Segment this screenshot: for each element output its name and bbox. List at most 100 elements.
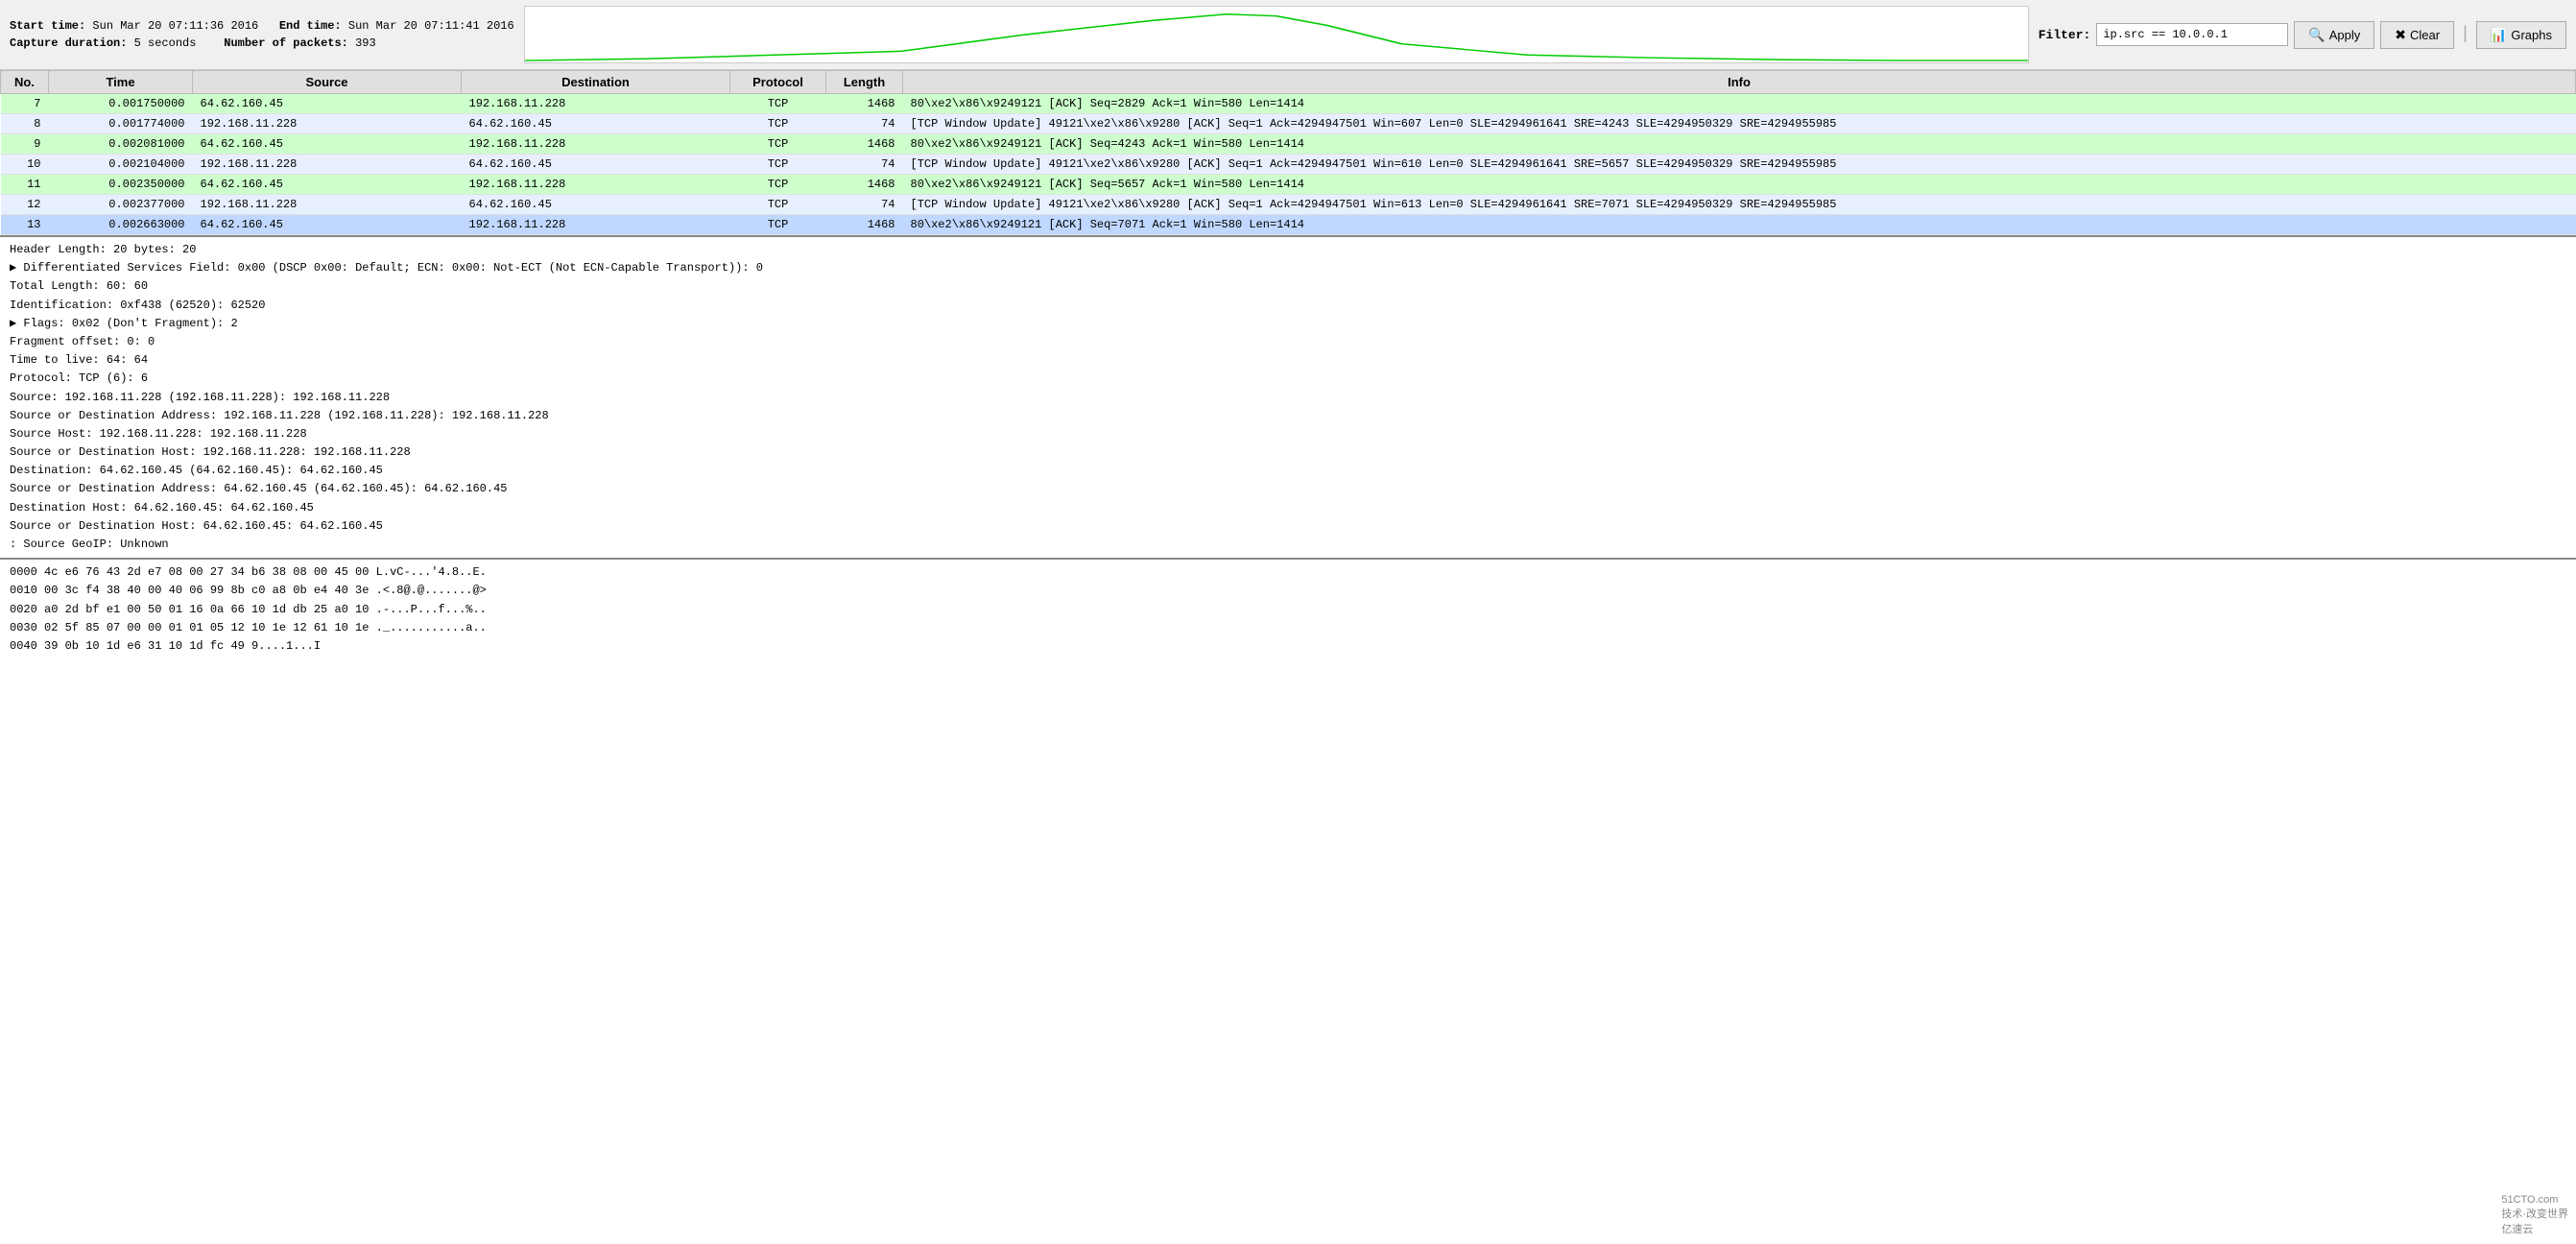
table-cell: 0.002104000 [49,155,193,175]
table-cell: 11 [1,175,49,195]
table-row[interactable]: 110.00235000064.62.160.45192.168.11.228T… [1,175,2576,195]
detail-pane: Header Length: 20 bytes: 20▶ Differentia… [0,235,2576,558]
table-cell: TCP [730,155,826,175]
table-cell: 1468 [826,215,903,235]
detail-line: Source Host: 192.168.11.228: 192.168.11.… [10,425,2566,443]
clear-button[interactable]: ✖ Clear [2380,21,2454,49]
table-cell: 0.002350000 [49,175,193,195]
detail-line: Destination: 64.62.160.45 (64.62.160.45)… [10,462,2566,480]
packets-value: 393 [355,36,376,50]
col-header-source[interactable]: Source [193,71,462,94]
table-cell: TCP [730,94,826,114]
header-bar: Start time: Sun Mar 20 07:11:36 2016 End… [0,0,2576,70]
watermark-line2: 技术·改变世界 [2501,1206,2568,1221]
apply-label: Apply [2329,28,2361,42]
hex-pane: 0000 4c e6 76 43 2d e7 08 00 27 34 b6 38… [0,558,2576,659]
start-value: Sun Mar 20 07:11:36 2016 [92,19,258,33]
table-cell: 64.62.160.45 [193,175,462,195]
detail-line: ▶ Flags: 0x02 (Don't Fragment): 2 [10,315,2566,333]
table-cell: 192.168.11.228 [462,94,730,114]
table-cell: TCP [730,134,826,155]
divider: | [2460,25,2470,44]
end-value: Sun Mar 20 07:11:41 2016 [348,19,514,33]
table-cell: 64.62.160.45 [462,155,730,175]
table-cell: 192.168.11.228 [193,155,462,175]
hex-line: 0010 00 3c f4 38 40 00 40 06 99 8b c0 a8… [10,582,2566,600]
col-header-proto[interactable]: Protocol [730,71,826,94]
detail-line: : Source GeoIP: Unknown [10,536,2566,554]
table-cell: [TCP Window Update] 49121\xe2\x86\x9280 … [903,195,2576,215]
filter-label: Filter: [2039,28,2091,42]
col-header-info[interactable]: Info [903,71,2576,94]
detail-line: ▶ Differentiated Services Field: 0x00 (D… [10,259,2566,277]
capture-duration-label: Capture duration: [10,36,127,50]
table-cell: 192.168.11.228 [462,215,730,235]
col-header-no[interactable]: No. [1,71,49,94]
table-cell: 12 [1,195,49,215]
detail-line: Total Length: 60: 60 [10,277,2566,296]
table-cell: 64.62.160.45 [462,114,730,134]
detail-line: Identification: 0xf438 (62520): 62520 [10,297,2566,315]
table-cell: 74 [826,155,903,175]
table-cell: 1468 [826,175,903,195]
packet-table: No. Time Source Destination Protocol Len… [0,70,2576,235]
detail-line: Source or Destination Host: 192.168.11.2… [10,443,2566,462]
table-cell: 192.168.11.228 [193,114,462,134]
table-cell: 192.168.11.228 [462,175,730,195]
packet-tbody: 70.00175000064.62.160.45192.168.11.228TC… [1,94,2576,235]
table-cell: 74 [826,195,903,215]
graphs-label: Graphs [2511,28,2552,42]
packets-label: Number of packets: [224,36,348,50]
table-cell: 0.001750000 [49,94,193,114]
col-header-dest[interactable]: Destination [462,71,730,94]
hex-line: 0020 a0 2d bf e1 00 50 01 16 0a 66 10 1d… [10,601,2566,619]
table-cell: TCP [730,215,826,235]
table-cell: TCP [730,175,826,195]
table-cell: 64.62.160.45 [193,134,462,155]
table-cell: 80\xe2\x86\x9249121 [ACK] Seq=5657 Ack=1… [903,175,2576,195]
table-row[interactable]: 90.00208100064.62.160.45192.168.11.228TC… [1,134,2576,155]
apply-button[interactable]: 🔍 Apply [2294,21,2374,49]
filter-area: Filter: 🔍 Apply ✖ Clear | 📊 Graphs [2039,21,2566,49]
clear-icon: ✖ [2395,27,2406,43]
capture-info: Start time: Sun Mar 20 07:11:36 2016 End… [10,17,514,52]
table-row[interactable]: 120.002377000192.168.11.22864.62.160.45T… [1,195,2576,215]
table-cell: [TCP Window Update] 49121\xe2\x86\x9280 … [903,114,2576,134]
table-cell: TCP [730,195,826,215]
graphs-button[interactable]: 📊 Graphs [2476,21,2566,49]
table-cell: [TCP Window Update] 49121\xe2\x86\x9280 … [903,155,2576,175]
table-cell: 0.001774000 [49,114,193,134]
table-cell: 8 [1,114,49,134]
table-header: No. Time Source Destination Protocol Len… [1,71,2576,94]
clear-label: Clear [2410,28,2440,42]
detail-line: Protocol: TCP (6): 6 [10,370,2566,388]
capture-duration-value: 5 seconds [134,36,197,50]
detail-line: Header Length: 20 bytes: 20 [10,241,2566,259]
table-cell: 9 [1,134,49,155]
table-cell: 74 [826,114,903,134]
col-header-len[interactable]: Length [826,71,903,94]
filter-input[interactable] [2096,23,2288,46]
apply-icon: 🔍 [2308,27,2325,43]
detail-line: Time to live: 64: 64 [10,351,2566,370]
hex-line: 0030 02 5f 85 07 00 00 01 01 05 12 10 1e… [10,619,2566,637]
table-row[interactable]: 80.001774000192.168.11.22864.62.160.45TC… [1,114,2576,134]
detail-line: Source or Destination Address: 192.168.1… [10,407,2566,425]
detail-line: Source or Destination Host: 64.62.160.45… [10,517,2566,536]
table-cell: 192.168.11.228 [462,134,730,155]
col-header-time[interactable]: Time [49,71,193,94]
watermark: 51CTO.com 技术·改变世界 亿速云 [2501,1194,2568,1236]
table-row[interactable]: 70.00175000064.62.160.45192.168.11.228TC… [1,94,2576,114]
start-label: Start time: [10,19,85,33]
table-cell: 7 [1,94,49,114]
detail-line: Fragment offset: 0: 0 [10,333,2566,351]
table-row[interactable]: 100.002104000192.168.11.22864.62.160.45T… [1,155,2576,175]
detail-line: Destination Host: 64.62.160.45: 64.62.16… [10,499,2566,517]
table-cell: 64.62.160.45 [193,215,462,235]
table-cell: 1468 [826,94,903,114]
traffic-graph [524,6,2029,63]
table-cell: 0.002081000 [49,134,193,155]
table-cell: 192.168.11.228 [193,195,462,215]
table-cell: 10 [1,155,49,175]
table-row[interactable]: 130.00266300064.62.160.45192.168.11.228T… [1,215,2576,235]
